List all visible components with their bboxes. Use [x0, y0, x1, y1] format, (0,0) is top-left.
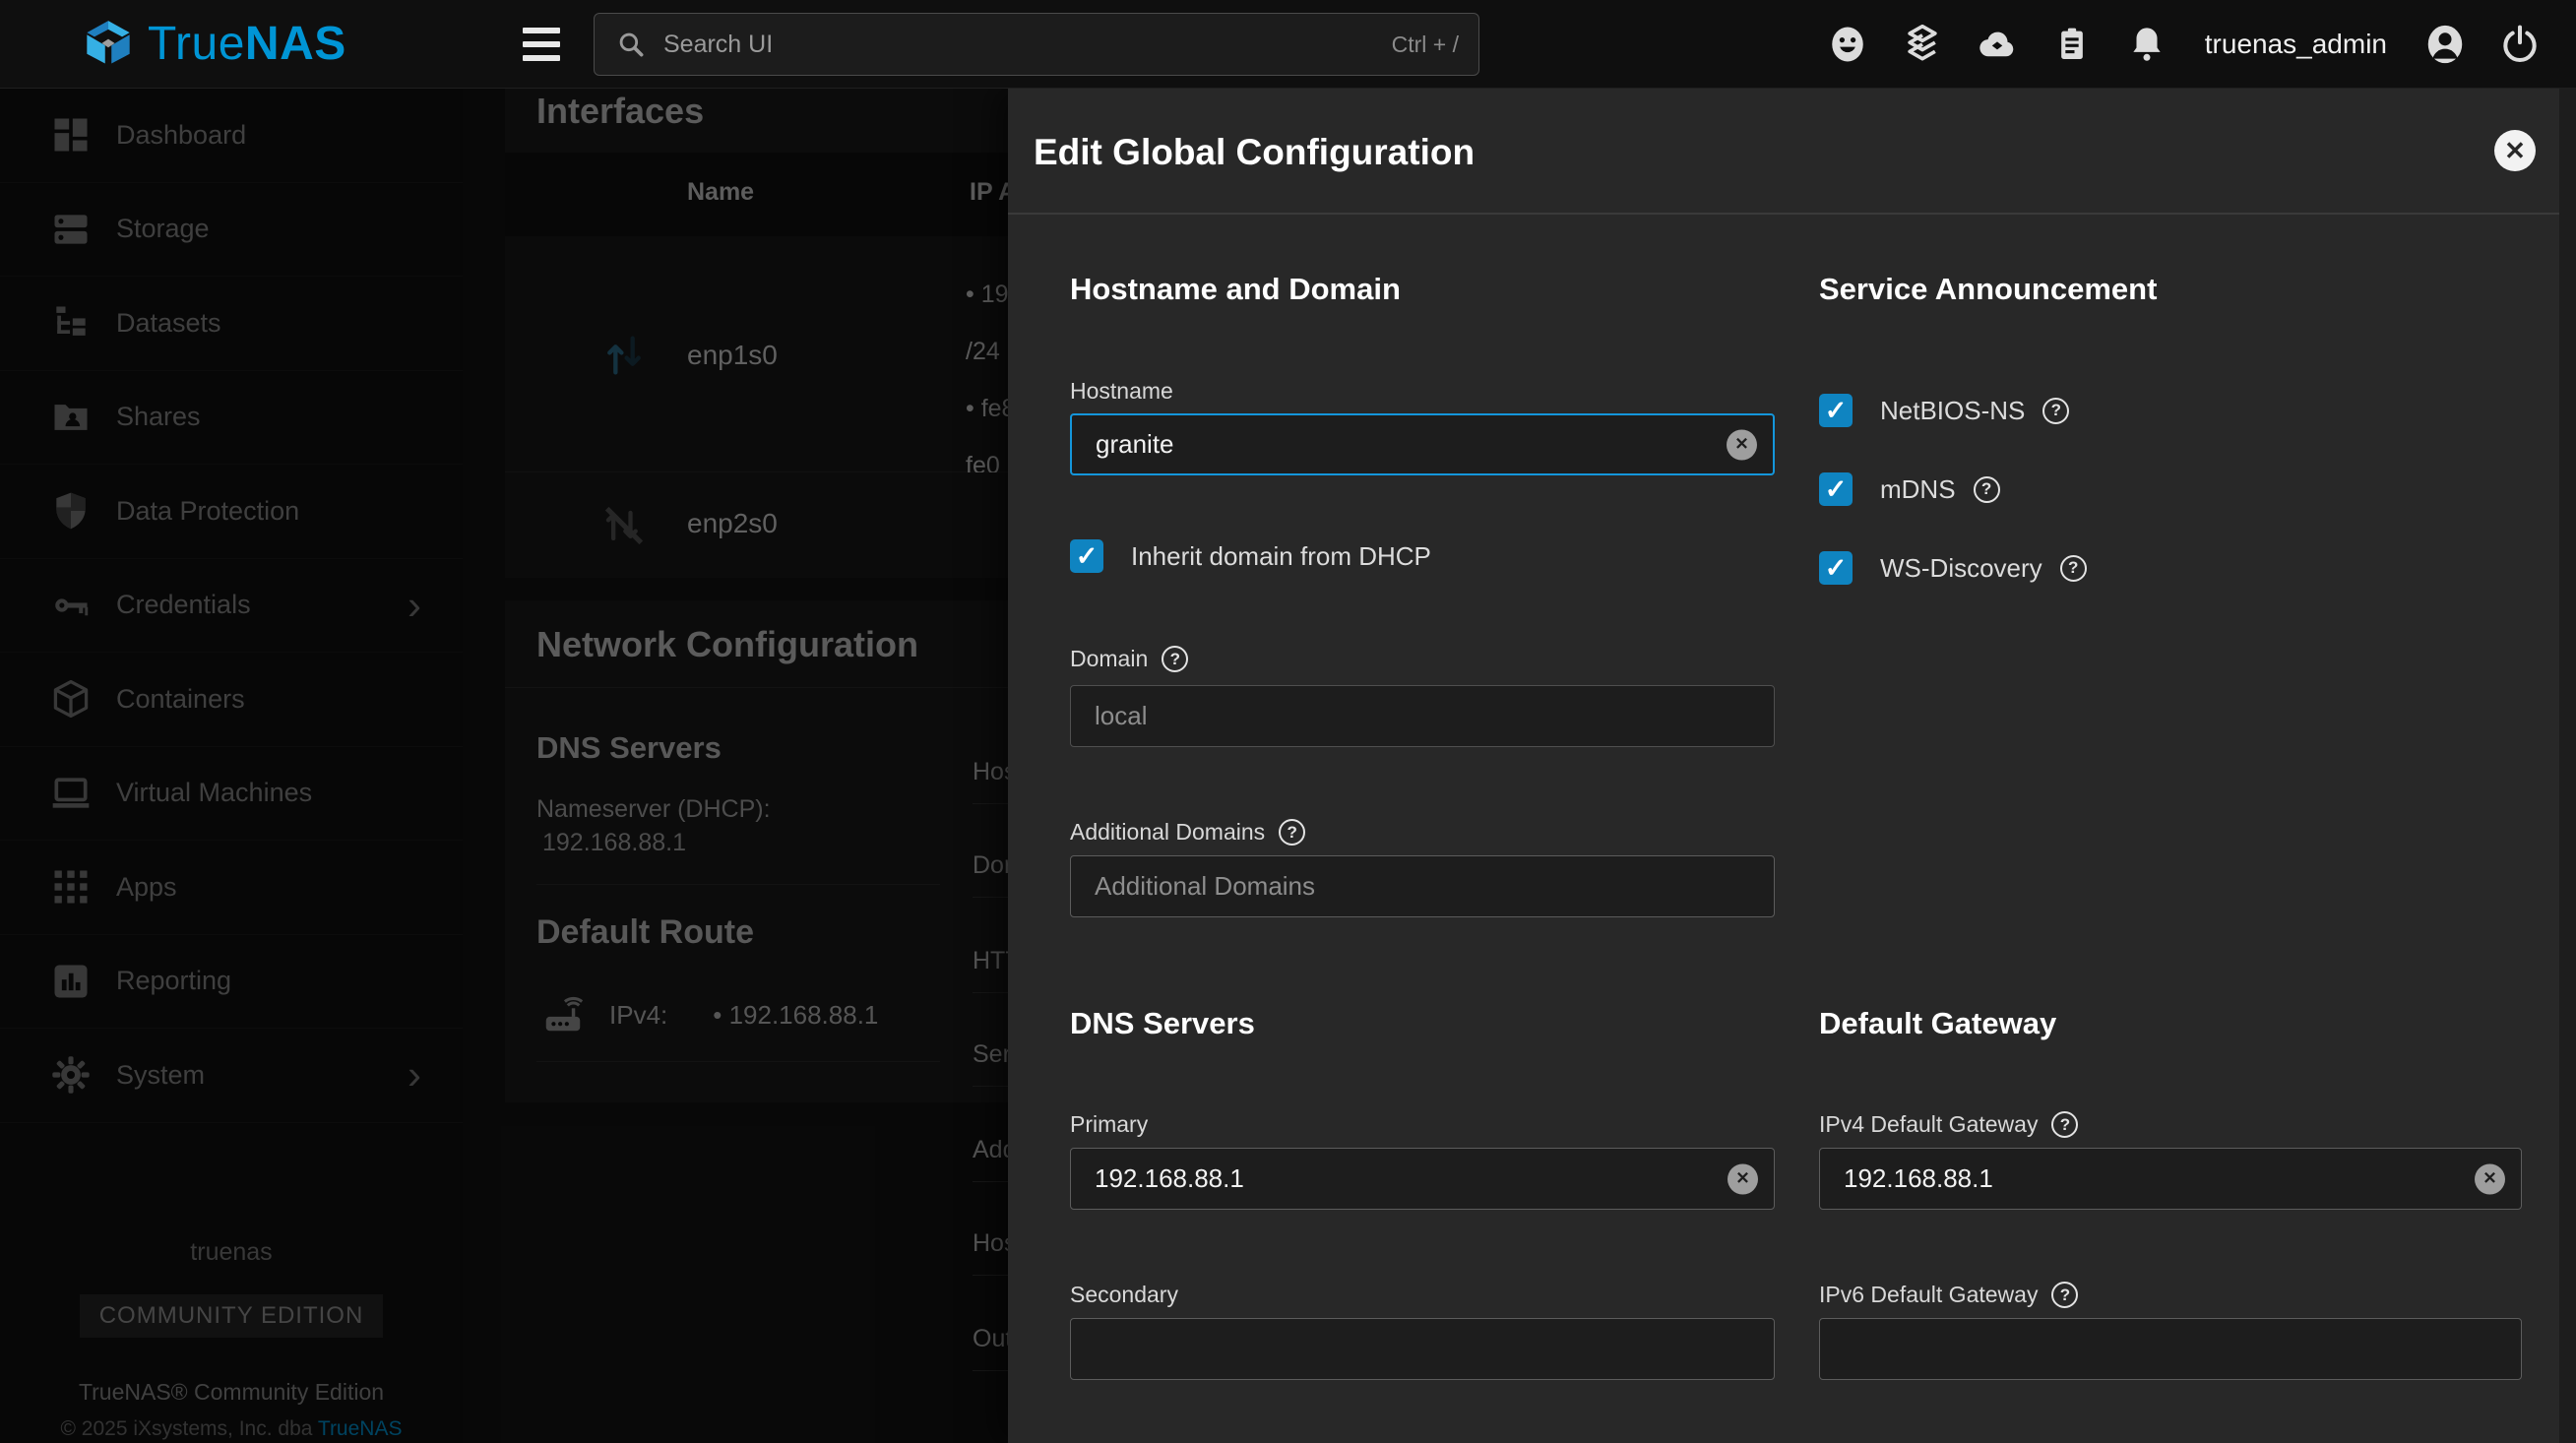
- secondary-dns-field[interactable]: [1070, 1318, 1775, 1380]
- secondary-dns-label-text: Secondary: [1070, 1282, 1178, 1308]
- truenas-logo[interactable]: TrueNAS: [83, 17, 346, 71]
- help-icon[interactable]: [2051, 1282, 2078, 1308]
- additional-domains-input[interactable]: [1095, 871, 1711, 902]
- clear-icon[interactable]: [1727, 429, 1757, 460]
- ipv4-gateway-label: IPv4 Default Gateway: [1819, 1111, 2078, 1138]
- ipv6-gateway-label: IPv6 Default Gateway: [1819, 1282, 2078, 1308]
- jobs-clipboard-icon[interactable]: [2049, 22, 2095, 67]
- additional-domains-label-text: Additional Domains: [1070, 819, 1265, 846]
- inherit-domain-label: Inherit domain from DHCP: [1131, 541, 1431, 572]
- alerts-bell-icon[interactable]: [2124, 22, 2169, 67]
- inherit-domain-checkbox[interactable]: Inherit domain from DHCP: [1070, 539, 1431, 573]
- mdns-checkbox[interactable]: mDNS: [1819, 472, 2000, 506]
- help-icon[interactable]: [1974, 476, 2000, 503]
- ws-discovery-label: WS-Discovery: [1880, 553, 2042, 584]
- topbar: TrueNAS Search UI Ctrl + /: [0, 0, 2576, 89]
- username-label: truenas_admin: [2205, 29, 2387, 60]
- ipv4-gateway-input[interactable]: [1844, 1163, 2458, 1194]
- close-icon[interactable]: [2494, 130, 2536, 171]
- ipv6-gateway-label-text: IPv6 Default Gateway: [1819, 1282, 2038, 1308]
- domain-field: [1070, 685, 1775, 747]
- clear-icon[interactable]: [1728, 1163, 1758, 1194]
- edit-global-configuration-dialog: Edit Global Configuration Hostname and D…: [1008, 89, 2559, 1443]
- hostname-field[interactable]: [1070, 413, 1775, 475]
- vertical-scrollbar[interactable]: [2559, 89, 2576, 1443]
- clear-icon[interactable]: [2475, 1163, 2505, 1194]
- ipv6-gateway-field[interactable]: [1819, 1318, 2522, 1380]
- search-placeholder: Search UI: [663, 31, 1392, 59]
- primary-dns-field[interactable]: [1070, 1148, 1775, 1210]
- hostname-label: Hostname: [1070, 378, 1173, 405]
- checkbox-checked-icon[interactable]: [1070, 539, 1103, 573]
- secondary-dns-label: Secondary: [1070, 1282, 1178, 1308]
- mdns-label: mDNS: [1880, 474, 1956, 505]
- primary-dns-label: Primary: [1070, 1111, 1148, 1138]
- help-icon[interactable]: [1279, 819, 1305, 846]
- primary-dns-label-text: Primary: [1070, 1111, 1148, 1138]
- search-icon: [614, 28, 648, 61]
- netbios-label: NetBIOS-NS: [1880, 396, 2025, 426]
- topbar-icons: truenas_admin: [1825, 0, 2543, 89]
- truenas-app: TrueNAS Search UI Ctrl + /: [0, 0, 2576, 1443]
- checkbox-checked-icon[interactable]: [1819, 394, 1853, 427]
- primary-dns-input[interactable]: [1095, 1163, 1711, 1194]
- hostname-label-text: Hostname: [1070, 378, 1173, 405]
- logo-nas: NAS: [245, 18, 346, 70]
- checkbox-checked-icon[interactable]: [1819, 551, 1853, 585]
- help-icon[interactable]: [2042, 398, 2069, 424]
- additional-domains-label: Additional Domains: [1070, 819, 1305, 846]
- search-shortcut: Ctrl + /: [1392, 31, 1459, 58]
- truenas-logo-icon: [83, 19, 134, 70]
- ipv6-gateway-input[interactable]: [1844, 1334, 2458, 1364]
- help-icon[interactable]: [2060, 555, 2087, 582]
- truenas-cloud-icon[interactable]: [1975, 22, 2020, 67]
- power-icon[interactable]: [2497, 22, 2543, 67]
- ws-discovery-checkbox[interactable]: WS-Discovery: [1819, 551, 2087, 585]
- menu-toggle-icon[interactable]: [523, 28, 560, 61]
- checkbox-checked-icon[interactable]: [1819, 472, 1853, 506]
- ipv4-gateway-label-text: IPv4 Default Gateway: [1819, 1111, 2038, 1138]
- dns-servers-heading: DNS Servers: [1070, 1006, 1255, 1041]
- search-input[interactable]: Search UI Ctrl + /: [594, 13, 1479, 76]
- additional-domains-field[interactable]: [1070, 855, 1775, 917]
- logo-true: True: [148, 18, 245, 70]
- help-icon[interactable]: [1162, 646, 1188, 672]
- secondary-dns-input[interactable]: [1095, 1334, 1711, 1364]
- service-announcement-heading: Service Announcement: [1819, 272, 2157, 307]
- feedback-smiley-icon[interactable]: [1825, 22, 1870, 67]
- hostname-domain-heading: Hostname and Domain: [1070, 272, 1401, 307]
- hostname-input[interactable]: [1096, 429, 1710, 460]
- default-gateway-heading: Default Gateway: [1819, 1006, 2056, 1041]
- ix-stack-icon[interactable]: [1900, 22, 1945, 67]
- dialog-title: Edit Global Configuration: [1034, 132, 1475, 173]
- ipv4-gateway-field[interactable]: [1819, 1148, 2522, 1210]
- domain-label: Domain: [1070, 646, 1188, 672]
- user-avatar-icon[interactable]: [2422, 22, 2468, 67]
- netbios-checkbox[interactable]: NetBIOS-NS: [1819, 394, 2069, 427]
- logo-text: TrueNAS: [148, 17, 346, 71]
- dialog-header: Edit Global Configuration: [1008, 89, 2559, 215]
- domain-input: [1095, 701, 1711, 731]
- domain-label-text: Domain: [1070, 646, 1148, 672]
- help-icon[interactable]: [2051, 1111, 2078, 1138]
